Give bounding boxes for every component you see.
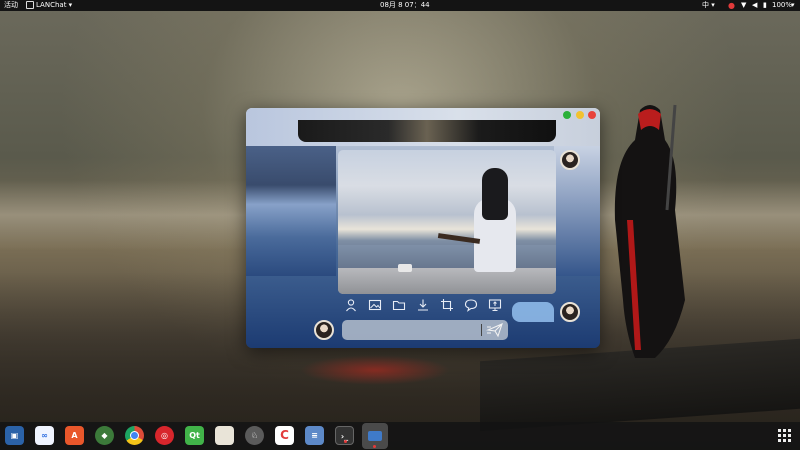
show-applications-icon[interactable] [778, 429, 792, 443]
photo-dock [338, 268, 556, 294]
clion-icon[interactable]: C [275, 426, 294, 445]
photo-bag [398, 264, 412, 272]
app-menu-icon [26, 1, 34, 9]
wallpaper-assassin-figure [614, 104, 685, 358]
android-studio-icon[interactable]: ◆ [95, 426, 114, 445]
folder-icon[interactable] [392, 298, 406, 312]
chat-toolbar [342, 298, 512, 314]
image-icon[interactable] [368, 298, 382, 312]
software-center-label: A [71, 431, 78, 440]
clock[interactable]: 08月 8 07：44 [380, 0, 430, 11]
input-method-indicator[interactable]: 中 ▾ [702, 0, 715, 11]
app-menu-label: LANChat [36, 1, 67, 9]
input-method-label: 中 [702, 1, 709, 9]
avatar-sender-top[interactable] [560, 150, 580, 170]
running-indicator [344, 440, 347, 443]
battery-icon[interactable]: ▮ [763, 0, 767, 11]
text-editor-icon[interactable]: ≡ [305, 426, 324, 445]
dock: ▣ ∞ A ◆ ◎ Qt ♘ C ≡ ›_ [0, 422, 800, 450]
lanchat-window[interactable] [246, 108, 600, 348]
download-icon[interactable] [416, 298, 430, 312]
qt-creator-label: Qt [189, 431, 200, 440]
system-menu-chevron-icon[interactable]: ▾ [791, 0, 795, 11]
virtualbox-icon[interactable]: ▣ [5, 426, 24, 445]
app-menu[interactable]: LANChat ▾ [26, 0, 72, 11]
message-input[interactable] [342, 320, 508, 340]
avatar-self[interactable] [314, 320, 334, 340]
baidu-netdisk-icon[interactable]: ∞ [35, 426, 54, 445]
sheep-app-icon[interactable]: ♘ [245, 426, 264, 445]
chat-bubble-icon[interactable] [464, 298, 478, 312]
photo-girl-hair [482, 168, 508, 220]
screenshot-icon[interactable] [440, 298, 454, 312]
volume-icon[interactable]: ◀ [752, 0, 757, 11]
record-indicator-icon[interactable]: ● [728, 0, 735, 11]
wallpaper-red-glow [300, 355, 450, 385]
system-top-bar: 活动 LANChat ▾ 08月 8 07：44 中 ▾ ● ▼ ◀ ▮ 100… [0, 0, 800, 11]
avatar-sender-bottom[interactable] [560, 302, 580, 322]
battery-percent: 100% [772, 1, 793, 9]
window-title-banner [298, 120, 556, 142]
clion-label: C [280, 428, 289, 442]
screen-share-icon[interactable] [488, 298, 502, 312]
running-indicator [373, 445, 376, 448]
files-icon[interactable] [215, 426, 234, 445]
message-bubble[interactable] [512, 302, 554, 322]
user-icon[interactable] [344, 298, 358, 312]
netease-music-icon[interactable]: ◎ [155, 426, 174, 445]
send-icon[interactable] [485, 322, 504, 338]
activities-button[interactable]: 活动 [4, 0, 18, 11]
software-center-icon[interactable]: A [65, 426, 84, 445]
close-button[interactable] [588, 111, 596, 119]
text-cursor [481, 324, 482, 336]
shared-image-message[interactable] [338, 150, 556, 294]
minimize-button[interactable] [563, 111, 571, 119]
maximize-button[interactable] [576, 111, 584, 119]
chrome-icon[interactable] [125, 426, 144, 445]
qt-creator-icon[interactable]: Qt [185, 426, 204, 445]
terminal-icon[interactable]: ›_ [335, 426, 354, 445]
background-landscape-left [246, 146, 336, 276]
wifi-icon[interactable]: ▼ [741, 0, 746, 11]
lanchat-active-icon[interactable] [362, 423, 388, 449]
